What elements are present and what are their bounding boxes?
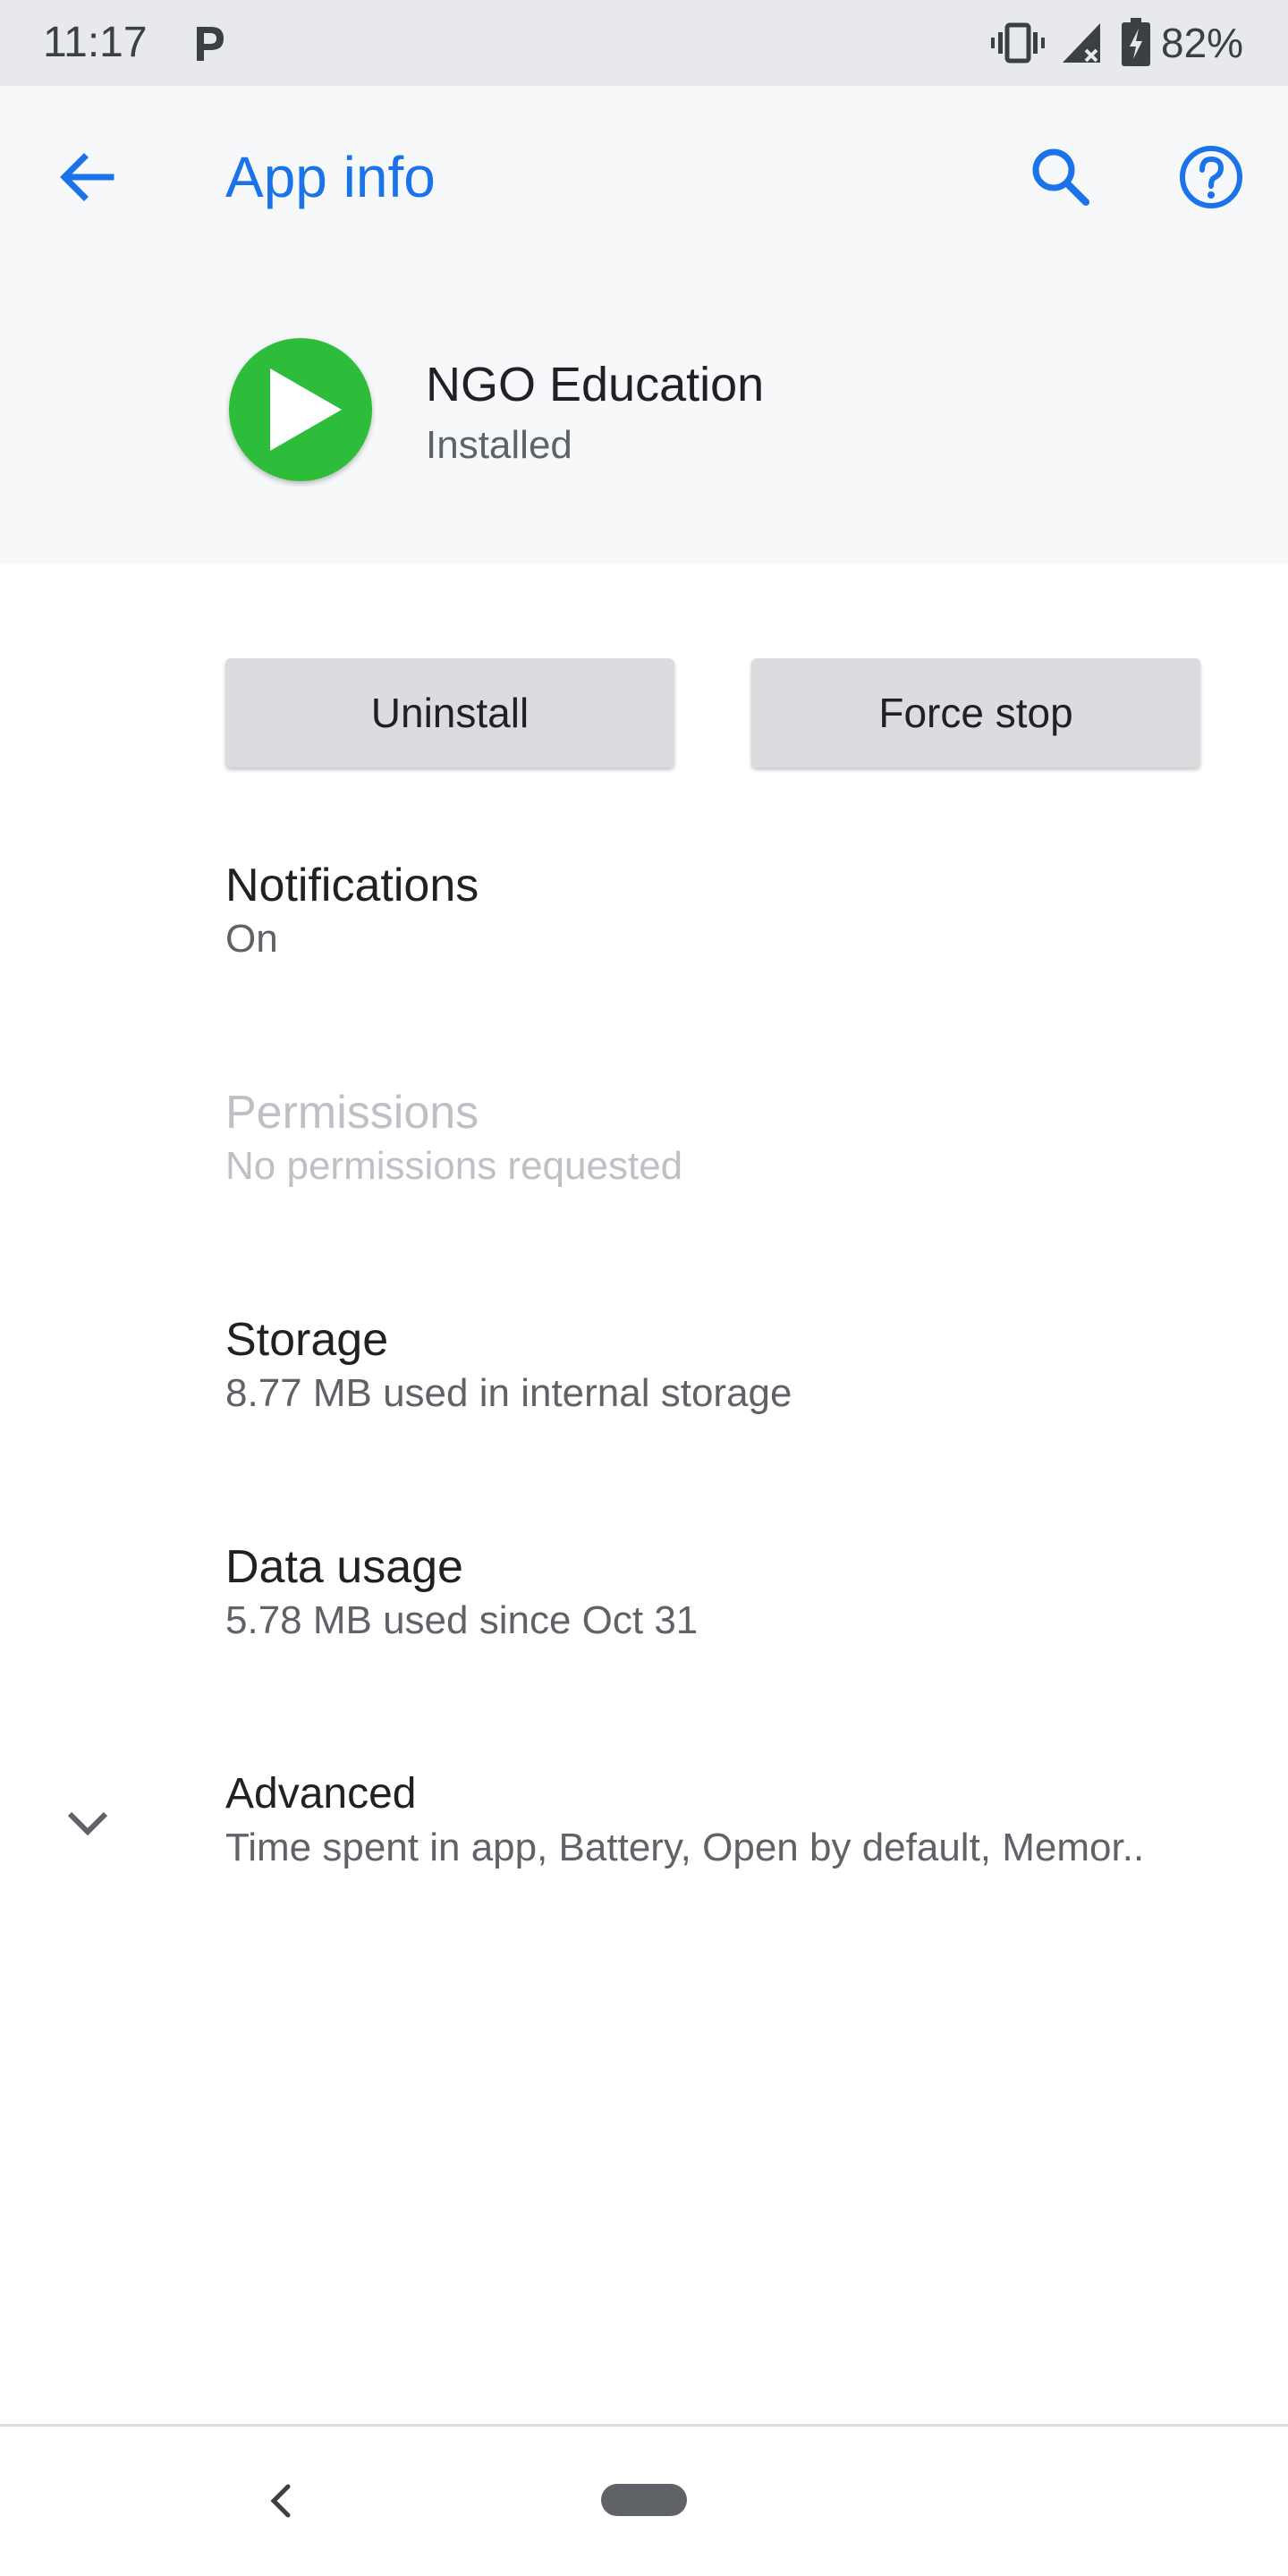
permissions-subtitle: No permissions requested <box>225 1144 683 1188</box>
home-pill-icon[interactable] <box>601 2484 687 2516</box>
uninstall-button[interactable]: Uninstall <box>225 658 674 767</box>
storage-title: Storage <box>225 1314 389 1366</box>
p-icon <box>190 21 229 64</box>
permissions-item: Permissions No permissions requested <box>225 1084 1209 1227</box>
battery-icon <box>1122 18 1150 66</box>
search-button[interactable] <box>1020 136 1102 218</box>
data-usage-title: Data usage <box>225 1541 463 1593</box>
notifications-subtitle: On <box>225 917 278 961</box>
help-button[interactable] <box>1170 136 1252 218</box>
app-name: NGO Education <box>426 358 765 411</box>
status-time: 11:17 <box>43 19 148 66</box>
notifications-item[interactable]: Notifications On <box>225 857 1209 1000</box>
page-title: App info <box>225 145 436 209</box>
app-install-status: Installed <box>426 423 572 467</box>
storage-subtitle: 8.77 MB used in internal storage <box>225 1371 792 1415</box>
play-icon <box>229 338 372 481</box>
permissions-title: Permissions <box>225 1087 479 1139</box>
nav-back-icon <box>270 2484 291 2518</box>
app-icon <box>225 336 376 487</box>
nav-back-button[interactable] <box>256 2476 306 2526</box>
force-stop-button[interactable]: Force stop <box>751 658 1200 767</box>
data-usage-item[interactable]: Data usage 5.78 MB used since Oct 31 <box>225 1538 1209 1682</box>
vibrate-icon <box>991 20 1045 66</box>
advanced-text: Advanced Time spent in app, Battery, Ope… <box>225 1766 1254 1873</box>
advanced-title: Advanced <box>225 1770 417 1818</box>
advanced-subtitle: Time spent in app, Battery, Open by defa… <box>225 1826 1145 1869</box>
storage-item[interactable]: Storage 8.77 MB used in internal storage <box>225 1311 1209 1454</box>
data-usage-subtitle: 5.78 MB used since Oct 31 <box>225 1598 699 1642</box>
back-arrow-icon <box>60 153 114 201</box>
battery-percentage: 82% <box>1161 20 1244 66</box>
advanced-item[interactable]: Advanced Time spent in app, Battery, Ope… <box>0 1766 1288 1909</box>
notifications-title: Notifications <box>225 860 479 911</box>
chevron-down-icon <box>63 1798 113 1848</box>
help-icon <box>1180 146 1242 208</box>
search-icon <box>1032 148 1089 206</box>
back-button[interactable] <box>48 136 131 218</box>
signal-icon <box>1061 20 1104 66</box>
